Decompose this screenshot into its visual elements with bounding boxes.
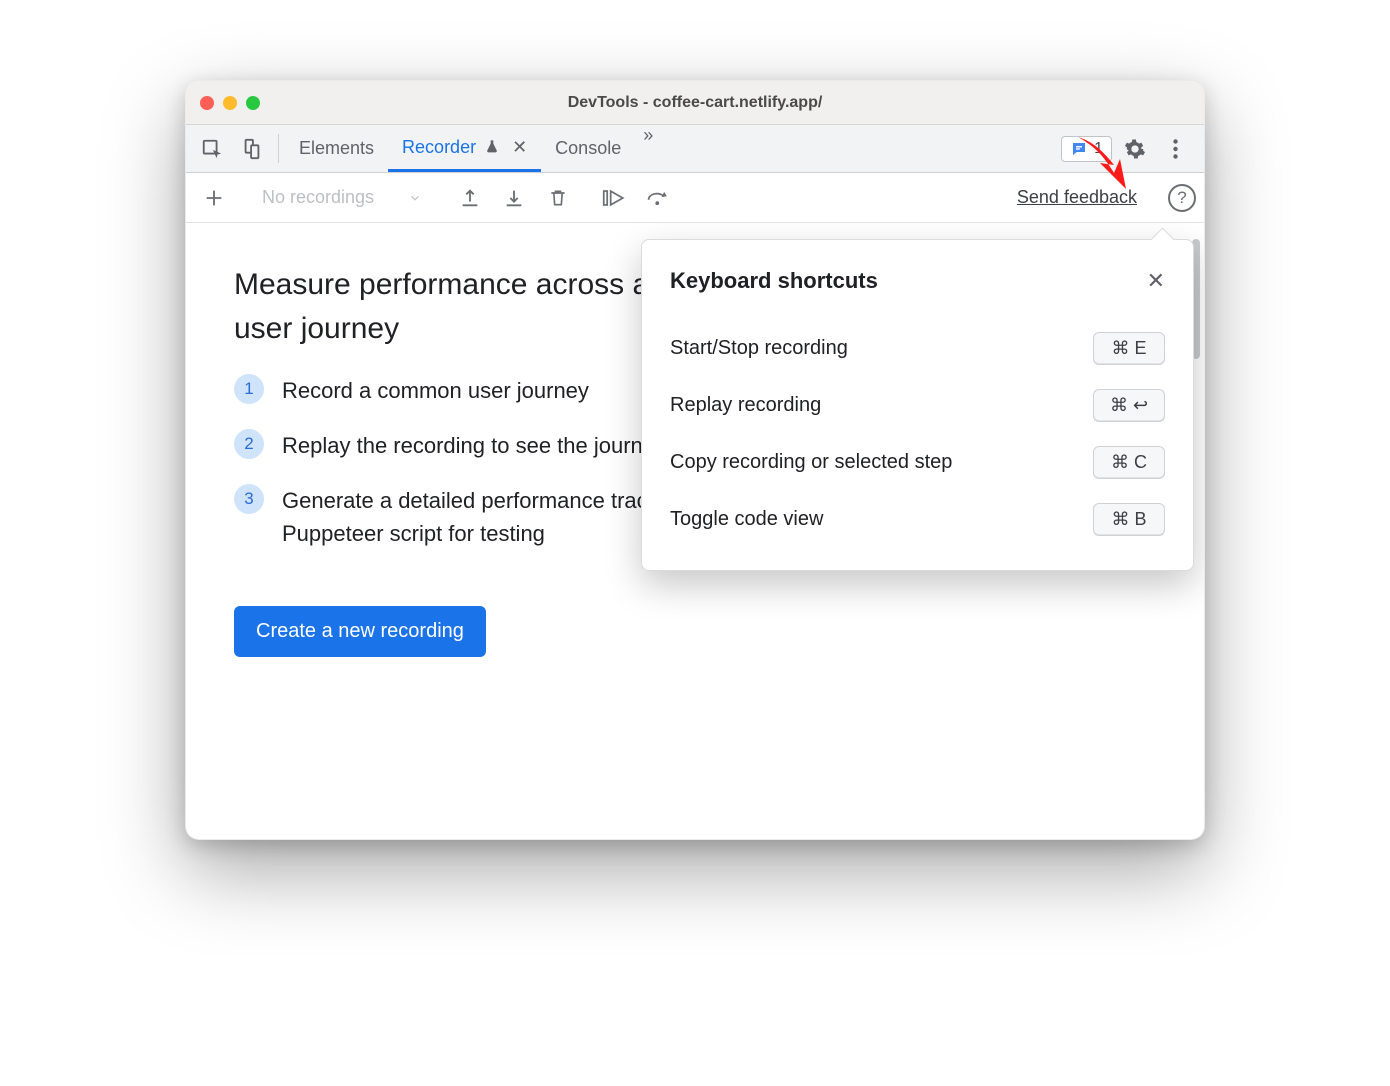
window-titlebar: DevTools - coffee-cart.netlify.app/ xyxy=(186,81,1204,125)
import-icon[interactable] xyxy=(494,178,534,218)
shortcut-row: Replay recording ⌘ ↩ xyxy=(670,377,1165,434)
tab-label: Recorder xyxy=(402,137,476,158)
window-title: DevTools - coffee-cart.netlify.app/ xyxy=(186,94,1204,112)
tab-elements[interactable]: Elements xyxy=(285,125,388,172)
step-number-badge: 1 xyxy=(234,374,264,404)
settings-gear-icon[interactable] xyxy=(1118,138,1152,160)
recorder-toolbar: No recordings Send feedback ? xyxy=(186,173,1204,223)
tab-label: Console xyxy=(555,138,621,159)
tab-label: Elements xyxy=(299,138,374,159)
popup-title: Keyboard shortcuts xyxy=(670,268,878,294)
step-number-badge: 2 xyxy=(234,429,264,459)
traffic-lights xyxy=(200,96,260,110)
kebab-menu-icon[interactable] xyxy=(1158,139,1192,159)
close-tab-icon[interactable]: ✕ xyxy=(508,137,527,158)
minimize-window-button[interactable] xyxy=(223,96,237,110)
step-over-icon[interactable] xyxy=(639,178,679,218)
shortcut-row: Toggle code view ⌘ B xyxy=(670,491,1165,548)
recorder-panel: Measure performance across an entire use… xyxy=(186,223,1204,839)
send-feedback-link[interactable]: Send feedback xyxy=(1017,187,1137,208)
shortcut-label: Replay recording xyxy=(670,394,821,417)
shortcut-label: Start/Stop recording xyxy=(670,337,848,360)
devtools-window: DevTools - coffee-cart.netlify.app/ Elem… xyxy=(185,80,1205,840)
close-icon[interactable]: ✕ xyxy=(1147,268,1165,294)
shortcut-row: Start/Stop recording ⌘ E xyxy=(670,320,1165,377)
create-recording-button[interactable]: Create a new recording xyxy=(234,606,486,657)
export-icon[interactable] xyxy=(450,178,490,218)
maximize-window-button[interactable] xyxy=(246,96,260,110)
shortcut-keys: ⌘ C xyxy=(1093,446,1165,479)
shortcut-keys: ⌘ ↩ xyxy=(1093,389,1165,422)
issues-chip[interactable]: 1 xyxy=(1061,136,1112,162)
tab-console[interactable]: Console xyxy=(541,125,635,172)
recording-selector-label: No recordings xyxy=(262,187,374,208)
devtools-tabbar: Elements Recorder ✕ Console » 1 xyxy=(186,125,1204,173)
recording-selector[interactable]: No recordings xyxy=(251,178,433,218)
issues-count: 1 xyxy=(1094,140,1103,158)
step-text: Replay the recording to see the journey xyxy=(282,429,666,462)
delete-icon[interactable] xyxy=(538,178,578,218)
toggle-device-icon[interactable] xyxy=(232,125,272,172)
message-icon xyxy=(1070,140,1088,158)
shortcuts-popup: Keyboard shortcuts ✕ Start/Stop recordin… xyxy=(641,239,1194,571)
chevron-down-icon xyxy=(408,191,422,205)
shortcut-label: Copy recording or selected step xyxy=(670,451,952,474)
step-number-badge: 3 xyxy=(234,484,264,514)
tab-recorder[interactable]: Recorder ✕ xyxy=(388,125,541,172)
close-window-button[interactable] xyxy=(200,96,214,110)
flask-icon xyxy=(484,139,500,155)
tabbar-right: 1 xyxy=(1061,125,1198,172)
step-text: Record a common user journey xyxy=(282,374,589,407)
shortcut-label: Toggle code view xyxy=(670,508,823,531)
replay-icon[interactable] xyxy=(595,178,635,218)
select-element-icon[interactable] xyxy=(192,125,232,172)
toolbar-right: Send feedback ? xyxy=(1017,184,1196,212)
shortcut-keys: ⌘ B xyxy=(1093,503,1165,536)
shortcut-row: Copy recording or selected step ⌘ C xyxy=(670,434,1165,491)
help-icon[interactable]: ? xyxy=(1168,184,1196,212)
more-tabs-icon[interactable]: » xyxy=(635,125,661,172)
shortcut-keys: ⌘ E xyxy=(1093,332,1165,365)
separator xyxy=(278,134,279,163)
new-recording-button[interactable] xyxy=(194,178,234,218)
